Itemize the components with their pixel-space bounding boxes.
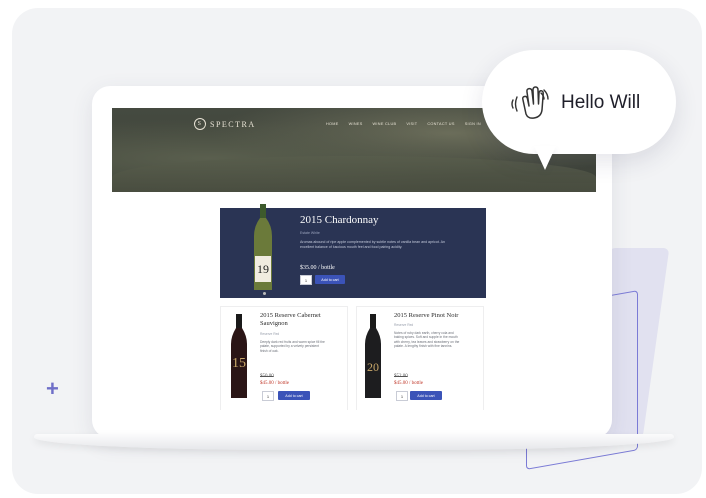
featured-subtitle: Estate White xyxy=(300,231,320,235)
product-qty-input[interactable]: 1 xyxy=(396,391,408,401)
plus-icon: + xyxy=(46,376,59,401)
chardonnay-bottle xyxy=(254,204,272,290)
featured-qty-input[interactable]: 1 xyxy=(300,275,312,285)
featured-description: Aromas abound of ripe apple complemented… xyxy=(300,240,446,249)
hero-vineyard xyxy=(112,156,596,192)
brand-name: SPECTRA xyxy=(210,119,256,129)
nav-item-sign-in[interactable]: SIGN IN xyxy=(465,122,481,126)
greeting-text: Hello Will xyxy=(561,92,641,113)
waving-hand-icon xyxy=(511,86,549,119)
featured-price: $35.00 / bottle xyxy=(300,265,335,271)
cabernet-label-number: 15 xyxy=(232,356,246,371)
product-subtitle: Reserve Red xyxy=(394,323,414,327)
featured-title: 2015 Chardonnay xyxy=(300,214,379,226)
pinot-label-number: 20 xyxy=(367,360,379,374)
chardonnay-label-number: 19 xyxy=(257,262,269,276)
greeting-bubble-tail xyxy=(534,146,556,170)
nav-item-wine-club[interactable]: WINE CLUB xyxy=(373,122,397,126)
product-description: Deeply dark red fruits and warm spice fi… xyxy=(260,340,325,353)
product-price: $45.00 / bottle xyxy=(260,381,290,386)
product-qty-input[interactable]: 1 xyxy=(262,391,274,401)
brand-logo[interactable]: S SPECTRA xyxy=(194,118,256,130)
product-subtitle: Reserve Red xyxy=(260,332,280,336)
nav-item-wines[interactable]: WINES xyxy=(349,122,363,126)
product-old-price: $52.00 xyxy=(394,374,408,379)
product-old-price: $50.00 xyxy=(260,374,274,379)
nav-item-contact[interactable]: CONTACT US xyxy=(427,122,454,126)
main-nav: HOME WINES WINE CLUB VISIT CONTACT US SI… xyxy=(326,122,481,126)
product-title: 2015 Reserve Cabernet Sauvignon xyxy=(260,312,321,327)
product-title: 2015 Reserve Pinot Noir xyxy=(394,312,459,319)
featured-add-to-cart-button[interactable]: Add to cart xyxy=(315,275,345,284)
product-description: Notes of ruby dark earth, cherry cola an… xyxy=(394,331,460,349)
product-add-to-cart-button[interactable]: Add to cart xyxy=(410,391,442,400)
carousel-dot[interactable] xyxy=(263,292,266,295)
website-screen: S SPECTRA HOME WINES WINE CLUB VISIT CON… xyxy=(112,108,596,410)
nav-item-home[interactable]: HOME xyxy=(326,122,339,126)
logo-mark-icon: S xyxy=(194,118,206,130)
product-add-to-cart-button[interactable]: Add to cart xyxy=(278,391,310,400)
product-price: $45.00 / bottle xyxy=(394,381,424,386)
pinot-noir-bottle xyxy=(365,314,381,398)
nav-item-visit[interactable]: VISIT xyxy=(406,122,417,126)
